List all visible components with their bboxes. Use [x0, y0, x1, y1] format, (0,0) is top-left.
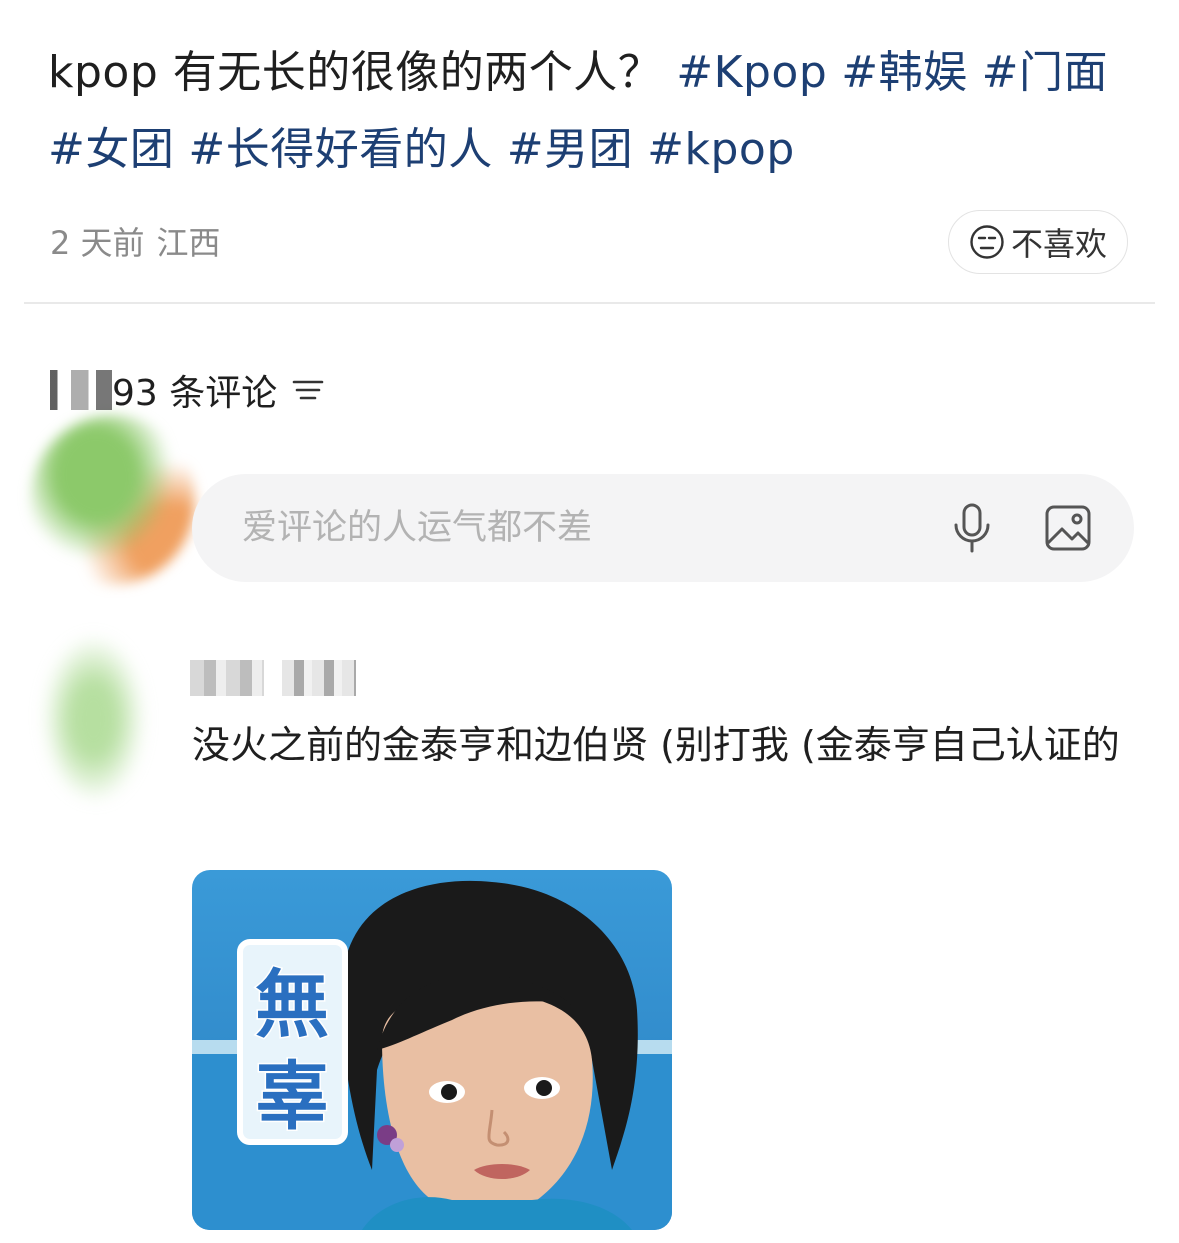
avatar[interactable]	[30, 415, 195, 585]
meme-caption-char-1: 無	[255, 962, 329, 1048]
post-title: kpop 有无长的很像的两个人？ #Kpop #韩娱 #门面 #女团 #长得好看的人 #男团…	[48, 34, 1138, 188]
divider	[24, 302, 1155, 304]
comment-count: 93 条评论	[112, 373, 278, 414]
neutral-face-icon	[970, 225, 1004, 259]
tag-kpop-lower[interactable]: #kpop	[647, 124, 795, 175]
comment-input-box[interactable]	[192, 474, 1134, 582]
sort-icon[interactable]	[291, 375, 325, 405]
tag-visual[interactable]: #门面	[982, 47, 1108, 98]
tag-girl-group[interactable]: #女团	[48, 124, 174, 175]
count-redaction	[50, 370, 112, 410]
tag-kpop[interactable]: #Kpop	[676, 47, 827, 98]
commenter-name[interactable]	[190, 660, 356, 696]
comment-image[interactable]: 無 辜	[192, 870, 672, 1230]
tag-boy-group[interactable]: #男团	[507, 124, 633, 175]
dislike-button[interactable]: 不喜欢	[948, 210, 1128, 274]
commenter-avatar[interactable]	[44, 620, 154, 800]
post-location: 江西	[156, 224, 221, 262]
post-question: kpop 有无长的很像的两个人？	[48, 47, 663, 98]
microphone-icon[interactable]	[948, 501, 996, 555]
image-icon[interactable]	[1044, 501, 1092, 555]
comment-text: 没火之前的金泰亨和边伯贤 (别打我 (金泰亨自己认证的	[192, 723, 1120, 767]
name-redaction	[190, 660, 264, 696]
dislike-label: 不喜欢	[1010, 225, 1107, 263]
meme-picture: 無 辜	[192, 870, 672, 1230]
post-meta: 2 天前 江西	[50, 218, 221, 264]
tag-korean-entertainment[interactable]: #韩娱	[841, 47, 967, 98]
comment-count-header: 93 条评论	[50, 364, 325, 416]
tag-good-looking[interactable]: #长得好看的人	[188, 124, 492, 175]
meme-caption-char-2: 辜	[255, 1054, 329, 1140]
post-time: 2 天前	[50, 224, 145, 262]
name-redaction	[282, 660, 356, 696]
comment-input[interactable]	[240, 507, 900, 549]
